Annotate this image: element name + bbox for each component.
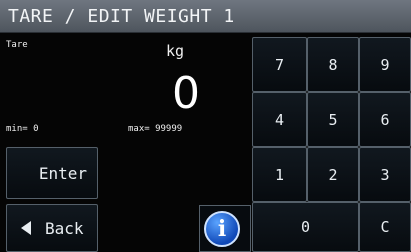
enter-button[interactable]: Enter bbox=[6, 147, 98, 199]
key-0[interactable]: 0 bbox=[252, 202, 359, 252]
key-5[interactable]: 5 bbox=[307, 92, 359, 147]
back-button-label: Back bbox=[45, 218, 84, 238]
weight-value: 0 bbox=[172, 68, 200, 119]
info-button[interactable]: i bbox=[204, 211, 240, 247]
min-limit: min= 0 bbox=[6, 124, 39, 134]
back-arrow-icon bbox=[21, 221, 31, 235]
unit-label: kg bbox=[166, 42, 185, 60]
key-8[interactable]: 8 bbox=[307, 37, 359, 92]
key-6[interactable]: 6 bbox=[359, 92, 411, 147]
key-7[interactable]: 7 bbox=[252, 37, 307, 92]
tare-label: Tare bbox=[6, 40, 28, 50]
clear-button[interactable]: C bbox=[359, 202, 411, 252]
key-2[interactable]: 2 bbox=[307, 147, 359, 202]
key-4[interactable]: 4 bbox=[252, 92, 307, 147]
enter-button-label: Enter bbox=[38, 163, 87, 183]
key-1[interactable]: 1 bbox=[252, 147, 307, 202]
screen-title: TARE / EDIT WEIGHT 1 bbox=[0, 0, 411, 33]
key-3[interactable]: 3 bbox=[359, 147, 411, 202]
max-limit: max= 99999 bbox=[128, 124, 183, 134]
key-9[interactable]: 9 bbox=[359, 37, 411, 92]
back-button[interactable]: Back bbox=[6, 204, 98, 252]
info-icon: i bbox=[217, 216, 227, 242]
